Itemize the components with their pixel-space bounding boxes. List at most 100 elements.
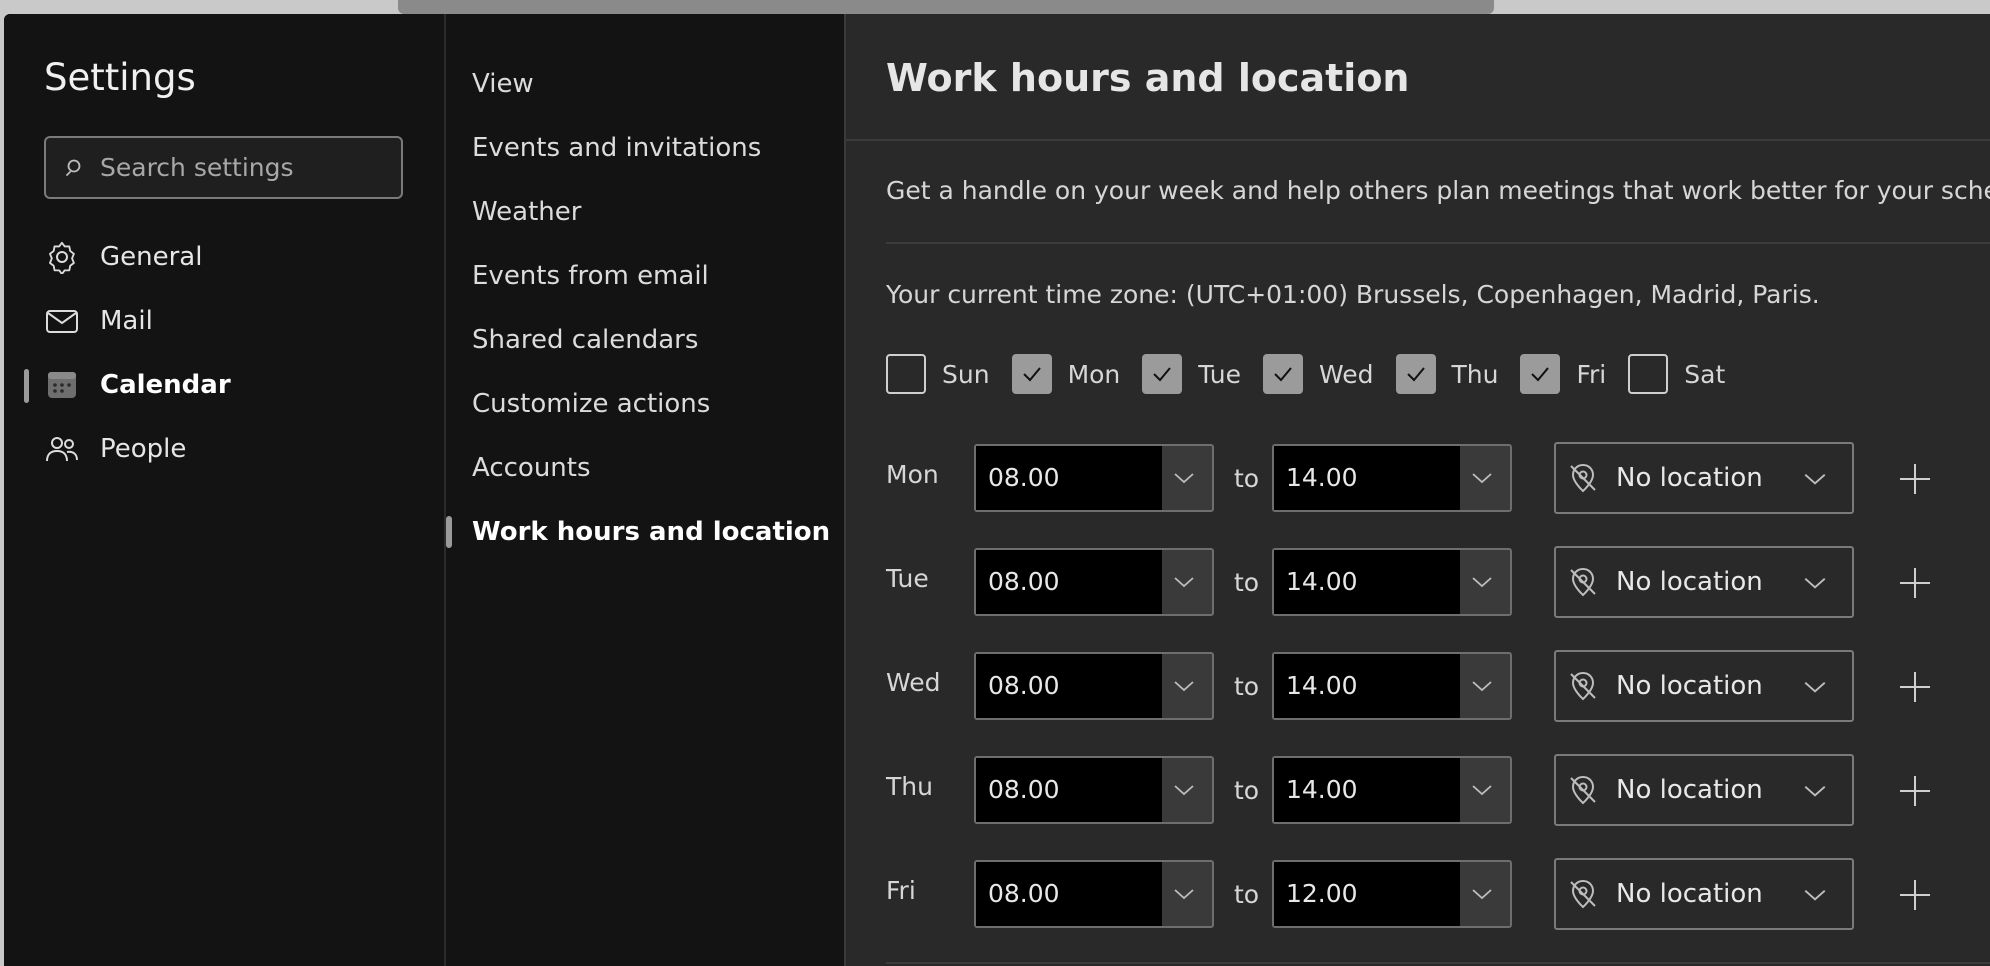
checkbox[interactable] xyxy=(886,354,926,394)
calendar-icon xyxy=(44,367,80,403)
day-checkbox-tue[interactable]: Tue xyxy=(1142,354,1241,394)
schedule-row-thu: Thu 08.00 to 14.00 No location xyxy=(886,754,1990,826)
add-icon[interactable] xyxy=(1898,462,1932,496)
checkbox-checked[interactable] xyxy=(1011,354,1052,394)
subnav-item-view[interactable]: View xyxy=(472,64,534,104)
sidebar-item-people[interactable]: People xyxy=(44,424,186,474)
end-time-select[interactable]: 14.00 xyxy=(1272,652,1512,720)
start-time-select[interactable]: 08.00 xyxy=(974,756,1214,824)
page-title: Work hours and location xyxy=(886,56,1410,100)
day-checkbox-sun[interactable]: Sun xyxy=(886,354,990,394)
checkmark-icon xyxy=(1406,367,1425,382)
chevron-down-icon[interactable] xyxy=(1172,466,1196,490)
settings-sidebar: Settings General Mail Calendar xyxy=(4,14,444,966)
chevron-down-icon[interactable] xyxy=(1802,674,1828,700)
chevron-down-icon[interactable] xyxy=(1172,778,1196,802)
day-checkbox-fri[interactable]: Fri xyxy=(1520,354,1606,394)
end-time-select[interactable]: 12.00 xyxy=(1272,860,1512,928)
location-value: No location xyxy=(1616,567,1763,597)
subnav-item-accounts[interactable]: Accounts xyxy=(472,448,591,488)
checkbox-checked[interactable] xyxy=(1395,354,1436,394)
sidebar-item-mail[interactable]: Mail xyxy=(44,296,153,346)
sidebar-item-calendar[interactable]: Calendar xyxy=(44,360,231,410)
checkbox-checked[interactable] xyxy=(1142,354,1183,394)
to-label: to xyxy=(1234,880,1260,909)
add-icon[interactable] xyxy=(1898,878,1932,912)
people-icon xyxy=(44,431,80,467)
end-time-select[interactable]: 14.00 xyxy=(1272,548,1512,616)
end-time-value[interactable]: 14.00 xyxy=(1274,654,1460,718)
start-time-value[interactable]: 08.00 xyxy=(976,446,1162,510)
chevron-down-icon[interactable] xyxy=(1172,570,1196,594)
chevron-down-icon[interactable] xyxy=(1172,674,1196,698)
location-select[interactable]: No location xyxy=(1554,546,1854,618)
checkbox-checked[interactable] xyxy=(1262,354,1303,394)
window-scrollbar[interactable] xyxy=(398,0,1494,14)
subnav-item-shared-calendars[interactable]: Shared calendars xyxy=(472,320,698,360)
end-time-select[interactable]: 14.00 xyxy=(1272,756,1512,824)
start-time-select[interactable]: 08.00 xyxy=(974,548,1214,616)
day-checkbox-thu[interactable]: Thu xyxy=(1395,354,1498,394)
sidebar-item-label: Mail xyxy=(100,306,153,336)
chevron-down-icon[interactable] xyxy=(1802,570,1828,596)
timezone-text: Your current time zone: (UTC+01:00) Brus… xyxy=(886,280,1820,309)
end-time-value[interactable]: 14.00 xyxy=(1274,550,1460,614)
to-label: to xyxy=(1234,464,1260,493)
search-input[interactable] xyxy=(100,153,390,182)
search-box[interactable] xyxy=(44,136,403,199)
search-icon xyxy=(66,159,81,176)
checkmark-icon xyxy=(1153,367,1172,382)
add-icon[interactable] xyxy=(1898,566,1932,600)
start-time-value[interactable]: 08.00 xyxy=(976,758,1162,822)
row-day-label: Wed xyxy=(886,668,941,697)
subnav-item-work-hours[interactable]: Work hours and location xyxy=(472,512,830,552)
start-time-select[interactable]: 08.00 xyxy=(974,652,1214,720)
chevron-down-icon[interactable] xyxy=(1172,882,1196,906)
sidebar-item-general[interactable]: General xyxy=(44,232,202,282)
end-time-value[interactable]: 14.00 xyxy=(1274,446,1460,510)
chevron-down-icon[interactable] xyxy=(1470,778,1494,802)
subnav-item-events-from-email[interactable]: Events from email xyxy=(472,256,709,296)
day-checkbox-wed[interactable]: Wed xyxy=(1262,354,1374,394)
subnav-item-customize-actions[interactable]: Customize actions xyxy=(472,384,710,424)
day-checkbox-sat[interactable]: Sat xyxy=(1628,354,1725,394)
location-select[interactable]: No location xyxy=(1554,858,1854,930)
end-time-value[interactable]: 14.00 xyxy=(1274,758,1460,822)
chevron-down-icon[interactable] xyxy=(1802,466,1828,492)
start-time-value[interactable]: 08.00 xyxy=(976,550,1162,614)
add-icon[interactable] xyxy=(1898,670,1932,704)
end-time-value[interactable]: 12.00 xyxy=(1274,862,1460,926)
checkbox-checked[interactable] xyxy=(1520,354,1561,394)
end-time-select[interactable]: 14.00 xyxy=(1272,444,1512,512)
start-time-value[interactable]: 08.00 xyxy=(976,862,1162,926)
row-day-label: Thu xyxy=(886,772,933,801)
subnav-item-weather[interactable]: Weather xyxy=(472,192,581,232)
checkbox[interactable] xyxy=(1628,354,1669,394)
day-checkbox-mon[interactable]: Mon xyxy=(1011,354,1120,394)
start-time-select[interactable]: 08.00 xyxy=(974,444,1214,512)
to-label: to xyxy=(1234,568,1260,597)
start-time-select[interactable]: 08.00 xyxy=(974,860,1214,928)
divider xyxy=(886,242,1990,244)
row-day-label: Fri xyxy=(886,876,916,905)
chevron-down-icon[interactable] xyxy=(1802,882,1828,908)
location-off-icon xyxy=(1570,567,1596,597)
checkmark-icon xyxy=(1022,367,1041,382)
start-time-value[interactable]: 08.00 xyxy=(976,654,1162,718)
page-description: Get a handle on your week and help other… xyxy=(886,176,1990,205)
location-select[interactable]: No location xyxy=(1554,442,1854,514)
location-off-icon xyxy=(1570,671,1596,701)
add-icon[interactable] xyxy=(1898,774,1932,808)
chevron-down-icon[interactable] xyxy=(1802,778,1828,804)
subnav-item-events-invitations[interactable]: Events and invitations xyxy=(472,128,761,168)
settings-title: Settings xyxy=(44,56,196,99)
sidebar-item-label: General xyxy=(100,242,203,272)
chevron-down-icon[interactable] xyxy=(1470,570,1494,594)
chevron-down-icon[interactable] xyxy=(1470,882,1494,906)
schedule-row-fri: Fri 08.00 to 12.00 No location xyxy=(886,858,1990,930)
location-select[interactable]: No location xyxy=(1554,650,1854,722)
location-value: No location xyxy=(1616,463,1763,493)
chevron-down-icon[interactable] xyxy=(1470,674,1494,698)
chevron-down-icon[interactable] xyxy=(1470,466,1494,490)
location-select[interactable]: No location xyxy=(1554,754,1854,826)
